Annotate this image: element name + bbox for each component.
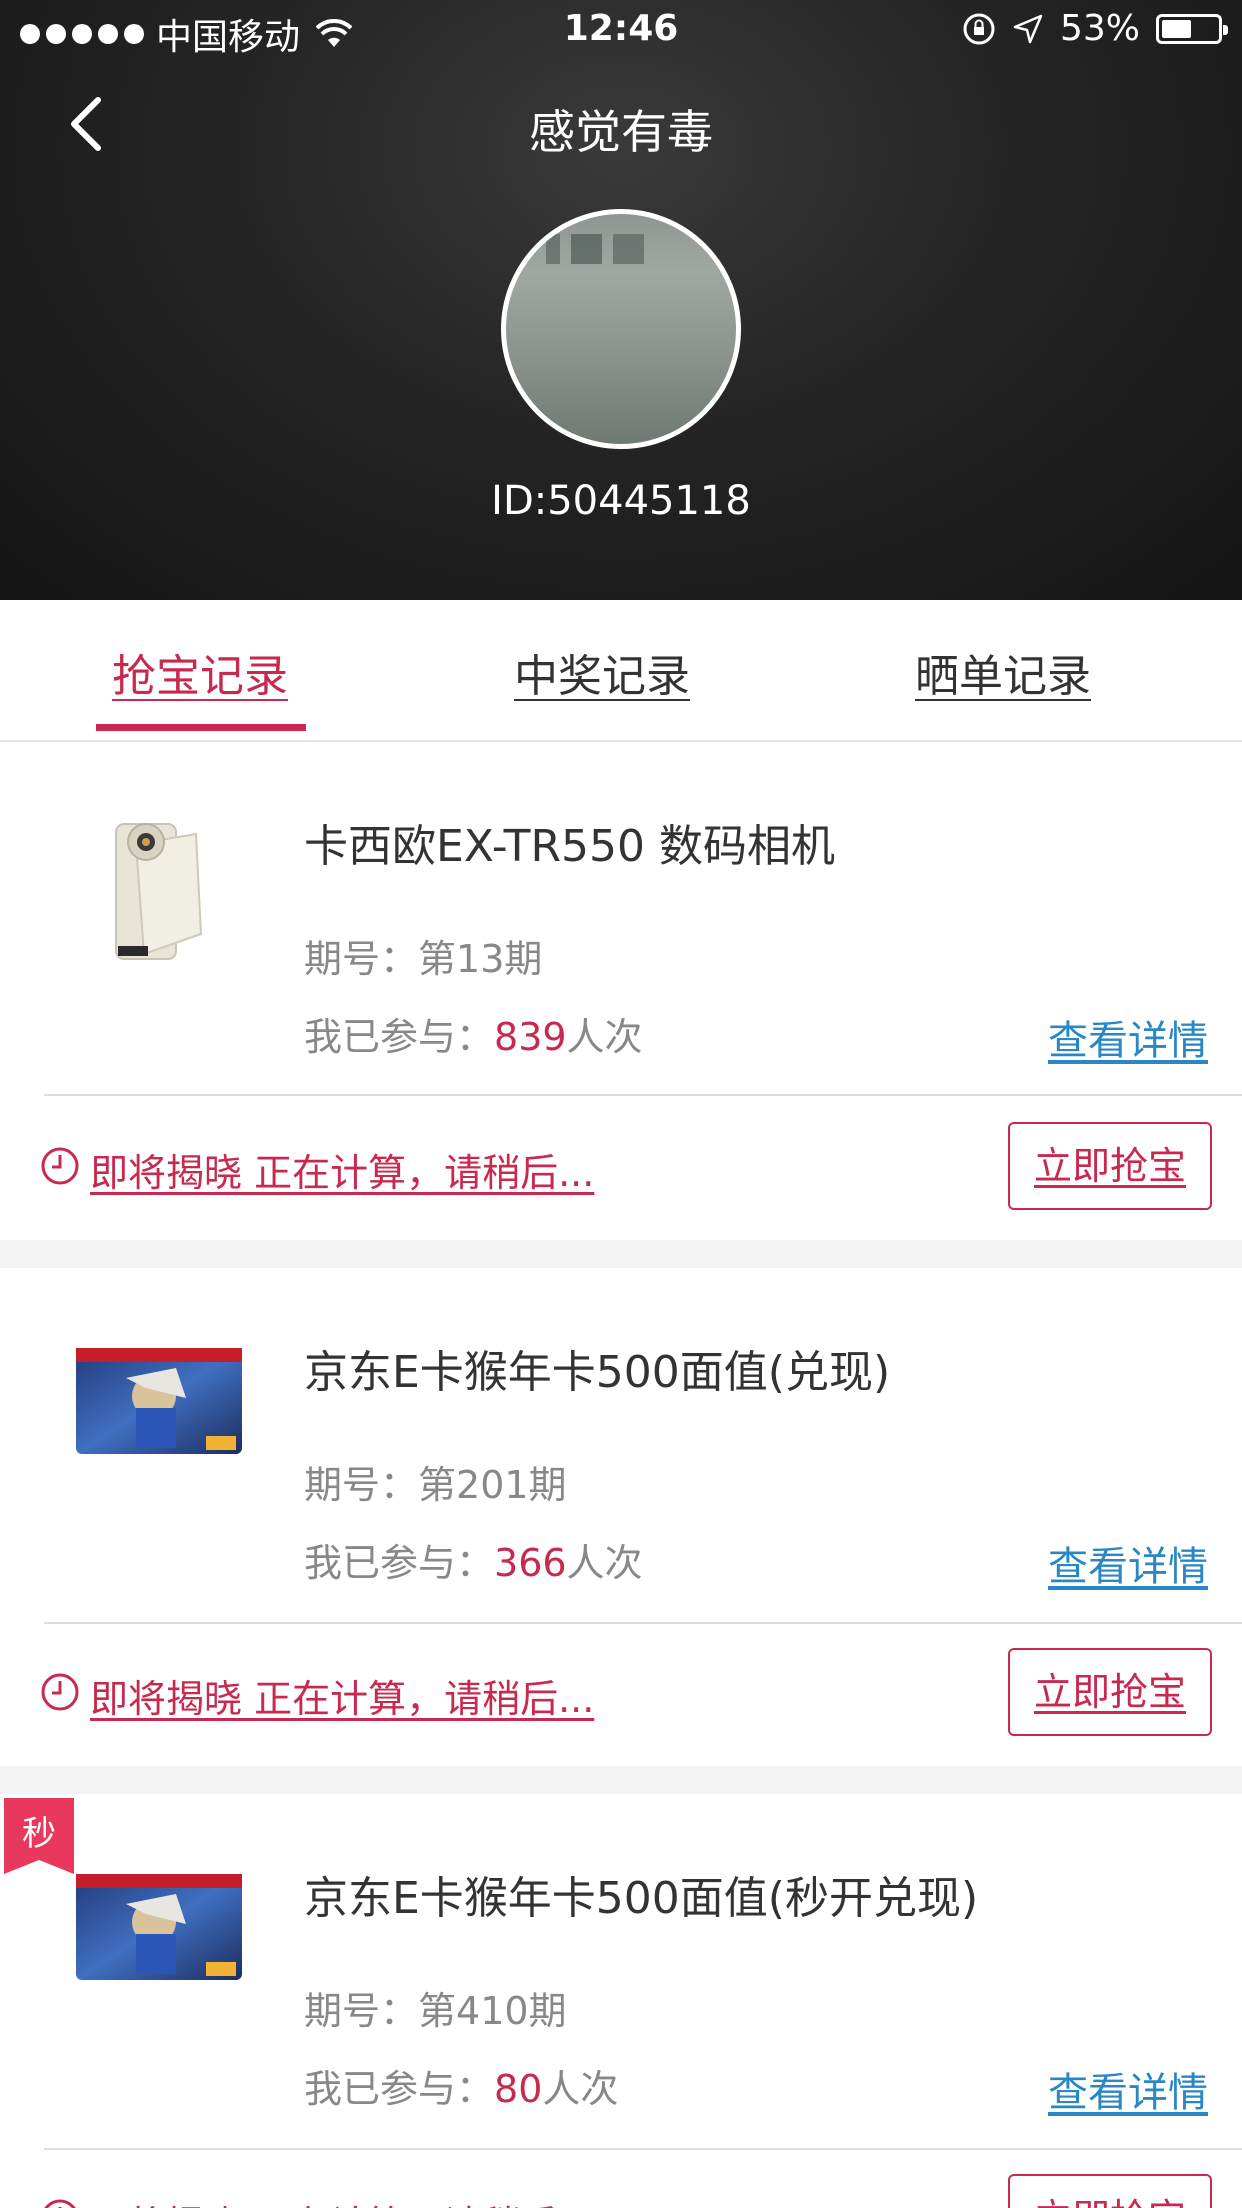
joined-count: 我已参与：366人次 — [304, 1532, 643, 1587]
reveal-status[interactable]: 即将揭晓 正在计算，请稍后... — [90, 2194, 594, 2208]
clock-icon — [44, 2199, 76, 2208]
clock-icon — [41, 1673, 79, 1711]
product-image-jd-card[interactable] — [76, 1318, 242, 1484]
flash-badge-label: 秒 — [22, 1814, 56, 1854]
record-tabs: 抢宝记录 中奖记录 晒单记录 — [0, 600, 1242, 742]
period-label: 期号： — [304, 1989, 419, 2033]
period-label: 期号： — [304, 1463, 419, 1507]
divider — [44, 2148, 1242, 2150]
tab-showcase-records[interactable]: 晒单记录 — [915, 640, 1091, 704]
view-details-link[interactable]: 查看详情 — [1048, 1534, 1208, 1592]
joined-label: 我已参与： — [304, 1015, 495, 1059]
product-title[interactable]: 京东E卡猴年卡500面值(秒开兑现) — [304, 1862, 978, 1926]
period-value: 第13期 — [418, 937, 543, 981]
joined-count: 我已参与：80人次 — [304, 2058, 618, 2113]
buy-now-button[interactable]: 立即抢宝 — [1008, 1122, 1212, 1210]
tab-snatch-records[interactable]: 抢宝记录 — [112, 640, 288, 704]
joined-label: 我已参与： — [304, 1541, 495, 1585]
joined-unit: 人次 — [566, 1541, 643, 1585]
period: 期号：第13期 — [304, 928, 542, 983]
user-id: ID:50445118 — [491, 478, 751, 524]
section-separator — [0, 1240, 1242, 1268]
product-title[interactable]: 京东E卡猴年卡500面值(兑现) — [304, 1336, 890, 1400]
divider — [44, 1094, 1242, 1096]
battery-percent: 53% — [1059, 8, 1140, 49]
tab-winning-records[interactable]: 中奖记录 — [514, 640, 690, 704]
joined-number: 366 — [494, 1541, 567, 1585]
joined-number: 80 — [494, 2067, 543, 2111]
avatar[interactable] — [501, 209, 741, 449]
list-item[interactable]: 京东E卡猴年卡500面值(兑现) 期号：第201期 我已参与：366人次 查看详… — [0, 1268, 1242, 1766]
reveal-status[interactable]: 即将揭晓 正在计算，请稍后... — [90, 1142, 594, 1197]
period-value: 第201期 — [418, 1463, 567, 1507]
profile-header: 中国移动 12:46 53% 感觉有毒 ID:50445118 — [0, 0, 1242, 600]
section-separator — [0, 1766, 1242, 1794]
list-item[interactable]: 卡西欧EX-TR550 数码相机 期号：第13期 我已参与：839人次 查看详情… — [0, 742, 1242, 1240]
view-details-link[interactable]: 查看详情 — [1048, 2060, 1208, 2118]
list-item[interactable]: 秒 京东E卡猴年卡500面值(秒开兑现) 期号：第410期 我已参与：80人次 … — [0, 1794, 1242, 2208]
status-right: 53% — [962, 8, 1228, 49]
joined-unit: 人次 — [566, 1015, 643, 1059]
joined-unit: 人次 — [542, 2067, 619, 2111]
joined-count: 我已参与：839人次 — [304, 1006, 643, 1061]
divider — [44, 1622, 1242, 1624]
period: 期号：第410期 — [304, 1980, 567, 2035]
product-image-camera[interactable] — [76, 804, 242, 970]
location-arrow-icon — [1013, 14, 1043, 43]
product-title[interactable]: 卡西欧EX-TR550 数码相机 — [304, 810, 835, 874]
period: 期号：第201期 — [304, 1454, 567, 1509]
rotation-lock-icon — [963, 13, 995, 44]
period-value: 第410期 — [418, 1989, 567, 2033]
buy-now-button[interactable]: 立即抢宝 — [1008, 1648, 1212, 1736]
joined-number: 839 — [494, 1015, 567, 1059]
active-tab-indicator — [96, 724, 306, 731]
view-details-link[interactable]: 查看详情 — [1048, 1008, 1208, 1066]
reveal-status[interactable]: 即将揭晓 正在计算，请稍后... — [90, 1668, 594, 1723]
battery-icon — [1156, 13, 1228, 44]
period-label: 期号： — [304, 937, 419, 981]
page-title: 感觉有毒 — [529, 105, 713, 159]
buy-now-button[interactable]: 立即抢宝 — [1008, 2174, 1212, 2208]
joined-label: 我已参与： — [304, 2067, 495, 2111]
status-bar: 中国移动 12:46 53% — [0, 0, 1242, 60]
product-image-jd-card[interactable] — [76, 1844, 242, 2010]
clock-icon — [41, 1147, 79, 1185]
